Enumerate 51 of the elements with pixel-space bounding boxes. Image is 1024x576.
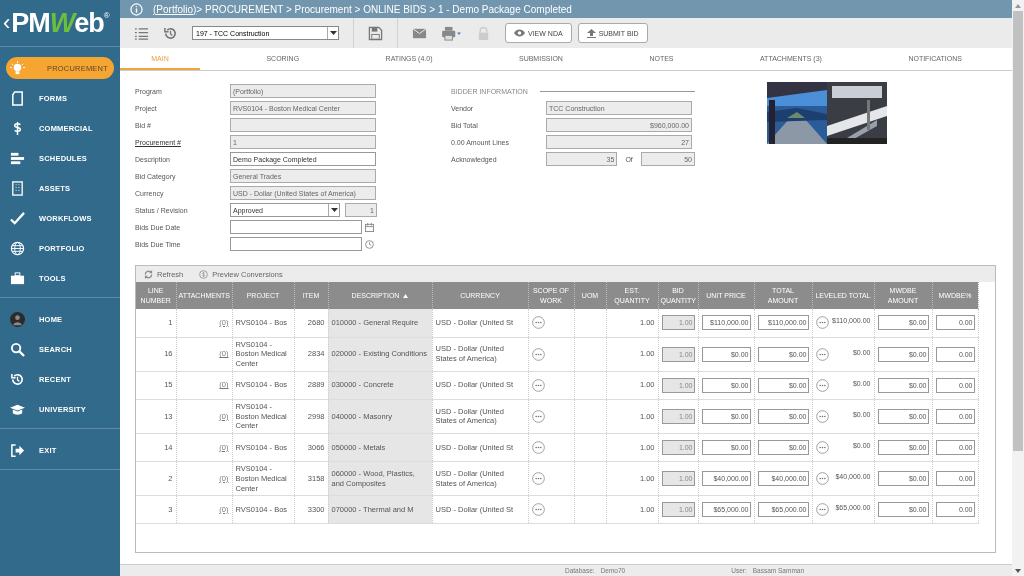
check-icon xyxy=(10,210,25,226)
calendar-icon[interactable] xyxy=(365,222,374,232)
search-icon xyxy=(10,341,25,357)
more-icon[interactable] xyxy=(815,378,829,392)
form-icon xyxy=(10,90,25,106)
save-icon[interactable] xyxy=(368,25,383,41)
more-icon[interactable] xyxy=(815,316,829,330)
logo: PMWeb$^{®}$ xyxy=(11,7,109,39)
sort-icon xyxy=(403,293,409,298)
schedule-icon xyxy=(10,150,25,166)
breadcrumb-path: > PROCUREMENT > Procurement > ONLINE BIDS > 1 - Demo Package Completed xyxy=(196,3,572,15)
more-icon[interactable] xyxy=(531,472,545,486)
scroll-down-icon[interactable] xyxy=(1015,569,1021,573)
clock-icon[interactable] xyxy=(365,239,374,249)
more-icon[interactable] xyxy=(531,378,545,392)
person-icon xyxy=(10,311,25,327)
history-icon xyxy=(10,371,25,387)
back-chevron[interactable]: ‹ xyxy=(3,12,11,34)
more-icon[interactable] xyxy=(815,347,829,361)
mail-icon[interactable] xyxy=(412,25,427,41)
caret-icon xyxy=(329,31,337,35)
more-icon[interactable] xyxy=(531,409,545,423)
more-icon[interactable] xyxy=(531,316,545,330)
building-icon xyxy=(10,180,25,196)
lock-icon xyxy=(476,25,491,41)
more-icon[interactable] xyxy=(815,503,829,517)
input-field[interactable] xyxy=(230,118,376,132)
time-field[interactable] xyxy=(230,237,362,251)
scrollbar[interactable] xyxy=(1012,0,1024,576)
date-field[interactable] xyxy=(230,220,362,234)
exit-icon xyxy=(10,442,25,458)
refresh-icon xyxy=(144,269,153,279)
coin-icon xyxy=(199,269,209,279)
breadcrumb-link[interactable]: (Portfolio) xyxy=(153,3,197,15)
list-icon[interactable] xyxy=(134,25,149,41)
more-icon[interactable] xyxy=(815,409,829,423)
more-icon[interactable] xyxy=(531,503,545,517)
more-icon[interactable] xyxy=(531,347,545,361)
bulb-icon xyxy=(10,60,25,76)
scroll-up-icon[interactable] xyxy=(1015,4,1021,8)
eye-icon xyxy=(514,29,525,37)
history-icon[interactable] xyxy=(163,25,178,41)
more-icon[interactable] xyxy=(815,441,829,454)
more-icon[interactable] xyxy=(531,441,545,454)
caret-icon xyxy=(330,208,338,212)
info-icon[interactable] xyxy=(130,2,143,16)
more-icon[interactable] xyxy=(815,472,829,486)
toolbox-icon xyxy=(10,270,25,286)
upload-icon xyxy=(586,28,596,38)
print-icon[interactable] xyxy=(441,25,462,41)
globe-icon xyxy=(10,240,25,256)
